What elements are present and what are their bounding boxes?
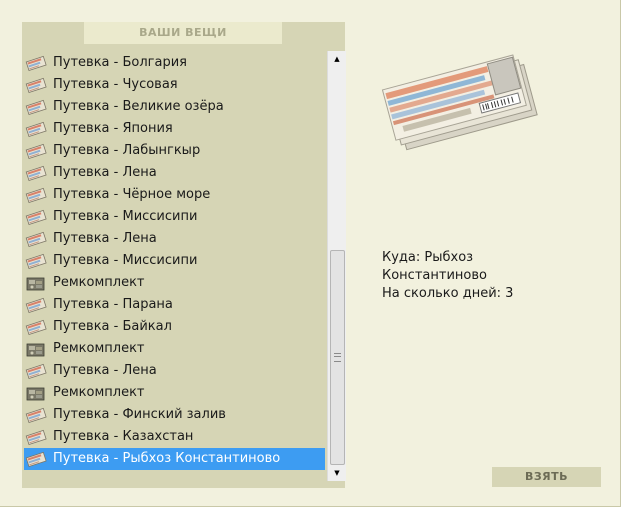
list-item-label: Путевка - Лена <box>53 363 157 378</box>
list-item[interactable]: Путевка - Великие озёра <box>22 96 327 118</box>
list-item[interactable]: Путевка - Чёрное море <box>22 184 327 206</box>
list-item[interactable]: Путевка - Казахстан <box>22 426 327 448</box>
repair-kit-icon <box>25 384 47 402</box>
list-item-selected[interactable]: Путевка - Рыбхоз Константиново <box>24 448 325 470</box>
list-item-label: Путевка - Лабынгкыр <box>53 143 201 158</box>
list-item-label: Путевка - Великие озёра <box>53 99 224 114</box>
list-item[interactable]: Путевка - Лена <box>22 162 327 184</box>
items-list: Путевка - Болгария Путевка - Чусовая Путев… <box>22 52 327 470</box>
list-item[interactable]: Путевка - Лена <box>22 360 327 382</box>
item-details: Куда: Рыбхоз Константиново На сколько дн… <box>382 249 513 303</box>
list-item-label: Путевка - Рыбхоз Константиново <box>53 451 281 466</box>
list-item-label: Путевка - Байкал <box>53 319 172 334</box>
items-panel: ВАШИ ВЕЩИ Путевка - Болгария Путевка - Чу… <box>22 22 345 488</box>
voucher-icon <box>25 76 47 94</box>
voucher-icon <box>25 230 47 248</box>
list-item[interactable]: Путевка - Миссисипи <box>22 250 327 272</box>
voucher-icon <box>25 54 47 72</box>
voucher-icon <box>25 428 47 446</box>
list-item-label: Путевка - Парана <box>53 297 173 312</box>
list-item[interactable]: Путевка - Чусовая <box>22 74 327 96</box>
voucher-icon <box>25 164 47 182</box>
list-item-label: Путевка - Казахстан <box>53 429 194 444</box>
list-item-label: Путевка - Миссисипи <box>53 253 198 268</box>
voucher-icon <box>25 450 47 468</box>
list-item-label: Путевка - Болгария <box>53 55 187 70</box>
list-item[interactable]: Путевка - Миссисипи <box>22 206 327 228</box>
voucher-icon <box>25 252 47 270</box>
repair-kit-icon <box>25 274 47 292</box>
list-item[interactable]: Ремкомплект <box>22 338 327 360</box>
list-item[interactable]: Путевка - Финский залив <box>22 404 327 426</box>
list-item-label: Путевка - Финский залив <box>53 407 226 422</box>
list-item-label: Путевка - Лена <box>53 231 157 246</box>
list-item-label: Ремкомплект <box>53 275 145 290</box>
detail-destination: Куда: Рыбхоз <box>382 250 474 265</box>
list-item-label: Ремкомплект <box>53 385 145 400</box>
list-item[interactable]: Путевка - Парана <box>22 294 327 316</box>
voucher-icon <box>25 142 47 160</box>
list-item[interactable]: Путевка - Япония <box>22 118 327 140</box>
voucher-icon <box>25 296 47 314</box>
grip-icon <box>334 353 341 362</box>
voucher-icon <box>25 362 47 380</box>
voucher-tickets-image <box>381 54 538 151</box>
list-item[interactable]: Ремкомплект <box>22 382 327 404</box>
list-item[interactable]: Путевка - Лена <box>22 228 327 250</box>
list-item-label: Путевка - Чусовая <box>53 77 178 92</box>
list-item-label: Путевка - Лена <box>53 165 157 180</box>
voucher-icon <box>25 186 47 204</box>
list-item-label: Ремкомплект <box>53 341 145 356</box>
panel-title: ВАШИ ВЕЩИ <box>84 22 282 44</box>
list-item-label: Путевка - Чёрное море <box>53 187 211 202</box>
scroll-thumb[interactable] <box>330 250 345 465</box>
detail-days: На сколько дней: 3 <box>382 286 514 301</box>
list-item[interactable]: Ремкомплект <box>22 272 327 294</box>
repair-kit-icon <box>25 340 47 358</box>
voucher-icon <box>25 406 47 424</box>
voucher-icon <box>25 120 47 138</box>
scroll-down-icon[interactable]: ▼ <box>328 465 346 481</box>
voucher-icon <box>25 318 47 336</box>
scroll-up-icon[interactable]: ▲ <box>328 51 346 67</box>
voucher-icon <box>25 98 47 116</box>
detail-destination-cont: Константиново <box>382 268 487 283</box>
list-scrollbar[interactable]: ▲ ▼ <box>327 51 346 481</box>
list-item-label: Путевка - Миссисипи <box>53 209 198 224</box>
list-item[interactable]: Путевка - Байкал <box>22 316 327 338</box>
list-item-label: Путевка - Япония <box>53 121 173 136</box>
list-item[interactable]: Путевка - Лабынгкыр <box>22 140 327 162</box>
take-button[interactable]: ВЗЯТЬ <box>492 467 601 487</box>
voucher-icon <box>25 208 47 226</box>
list-item[interactable]: Путевка - Болгария <box>22 52 327 74</box>
